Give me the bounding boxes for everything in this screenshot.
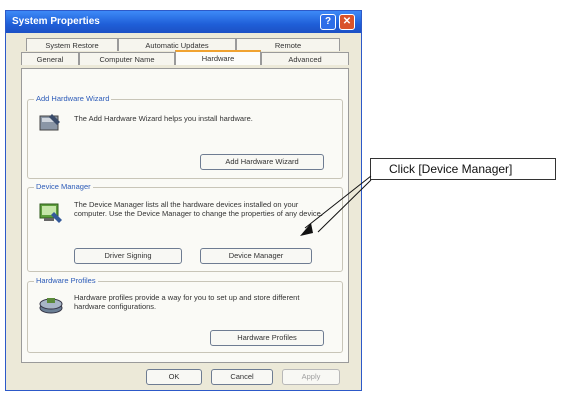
annotation-arrow (300, 175, 372, 236)
